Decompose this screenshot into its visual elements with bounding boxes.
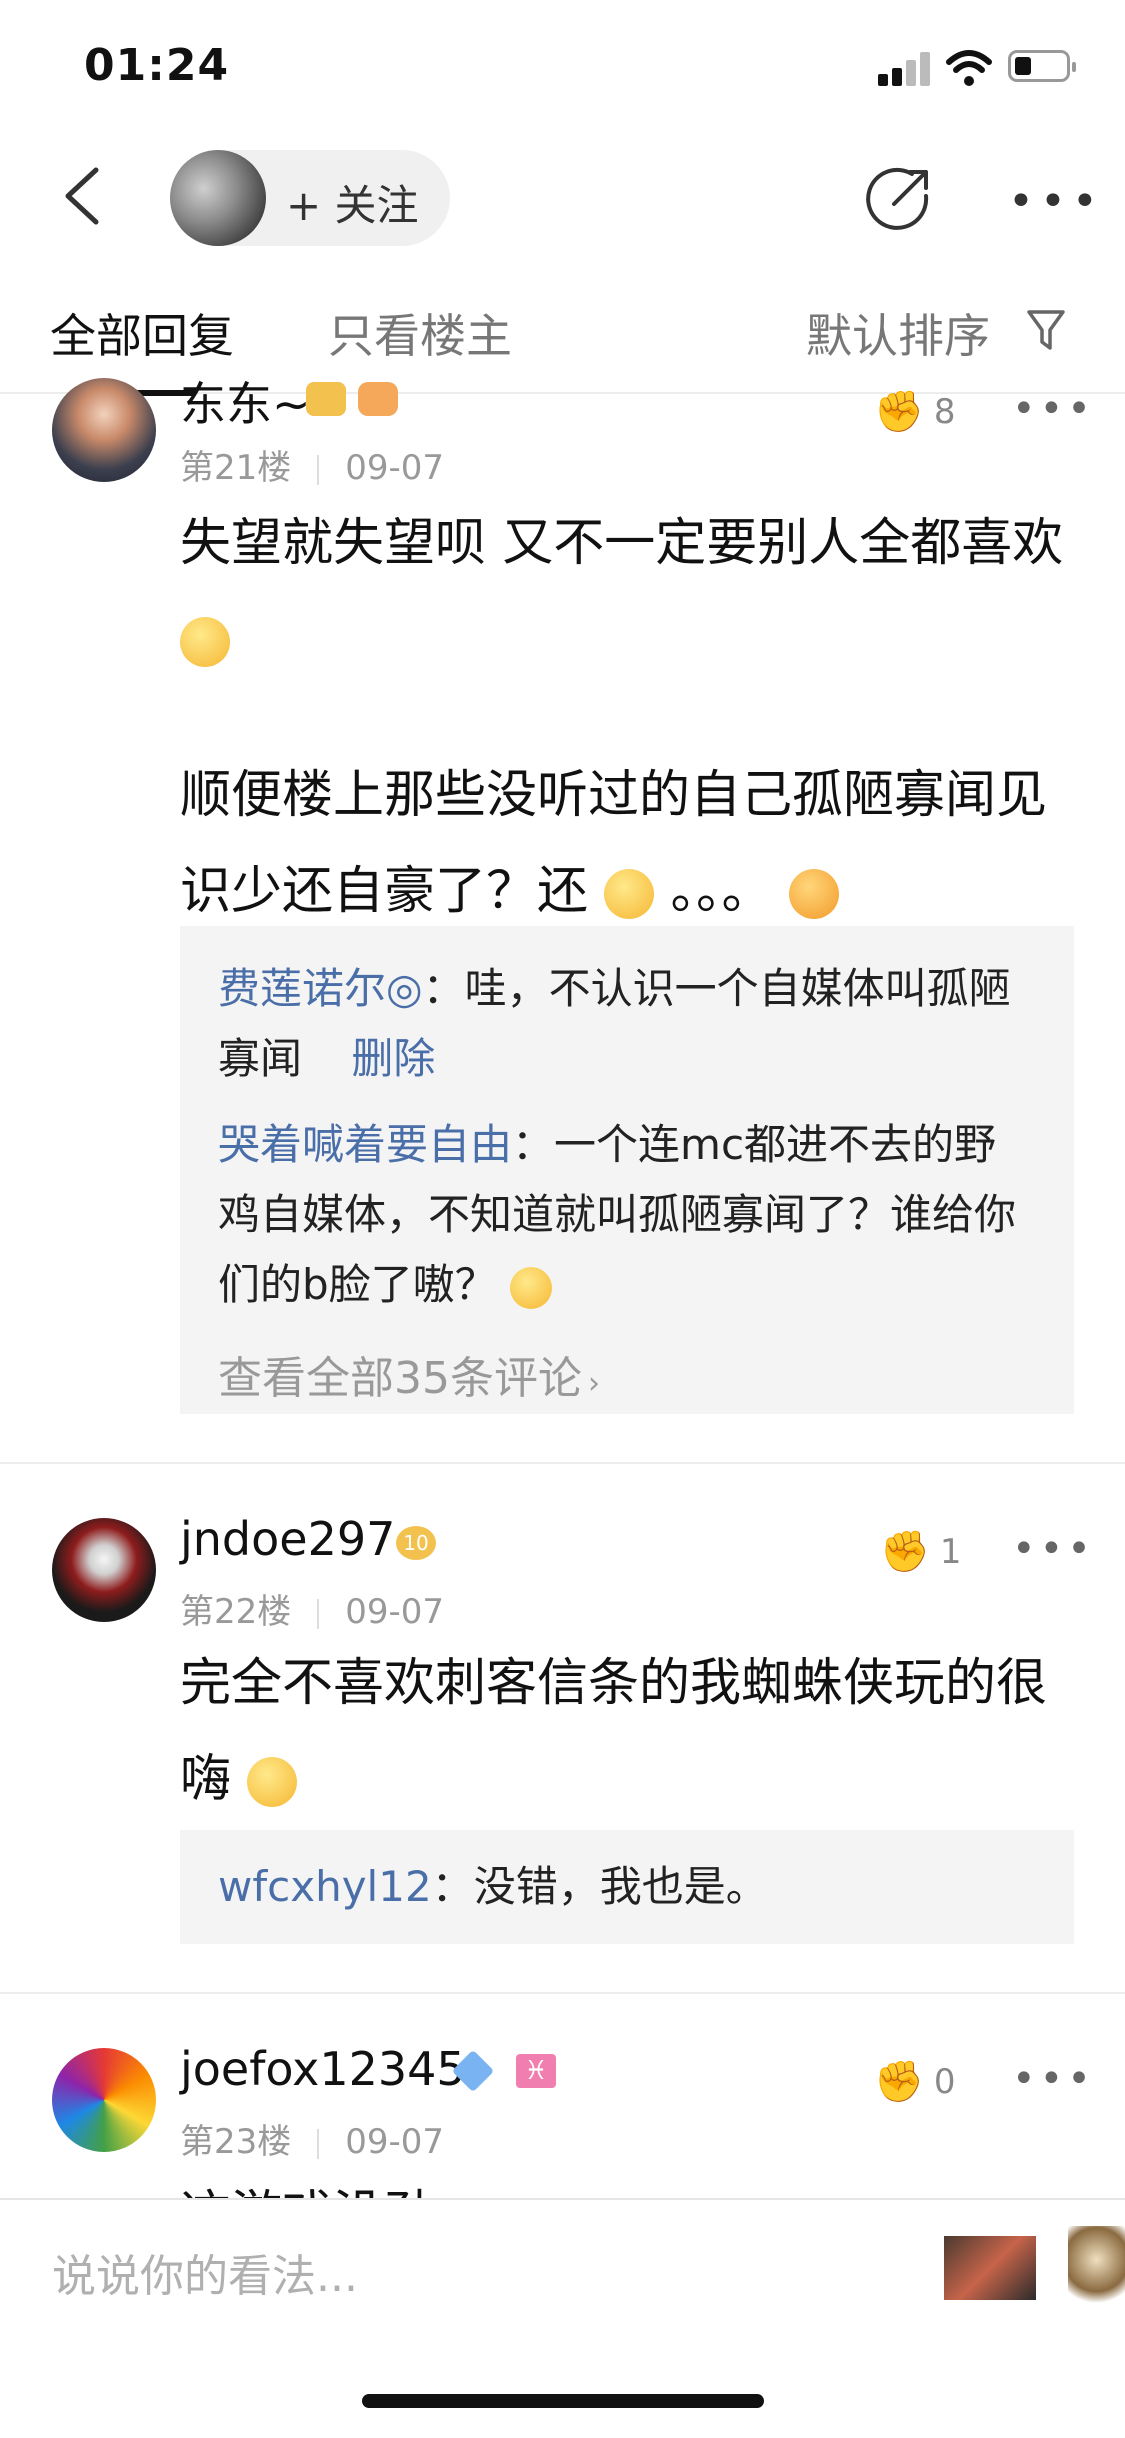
avatar[interactable]: [52, 1518, 156, 1622]
like-button[interactable]: ✊ 1: [880, 1528, 961, 1575]
status-time: 01:24: [84, 40, 230, 91]
comment-input[interactable]: 说说你的看法...: [52, 2240, 358, 2304]
like-count: 0: [933, 2061, 956, 2102]
post-meta: 第23楼 09-07: [180, 2114, 444, 2163]
signal-icon: [878, 52, 934, 86]
post-meta: 第22楼 09-07: [180, 1584, 444, 1633]
home-indicator: [362, 2394, 764, 2408]
share-icon[interactable]: [866, 166, 932, 232]
like-button[interactable]: ✊ 0: [874, 2058, 955, 2105]
post-body: 完全不喜欢刺客信条的我蜘蛛侠玩的很嗨: [180, 1636, 1080, 1828]
sticker-thumbnail[interactable]: [1068, 2226, 1125, 2310]
reply-author[interactable]: wfcxhyl12: [218, 1862, 432, 1911]
post-divider: [0, 1992, 1125, 1994]
sweat-emoji-icon: [180, 617, 230, 667]
post-paragraph: 完全不喜欢刺客信条的我蜘蛛侠玩的很嗨: [180, 1654, 1048, 1809]
zodiac-badge: ♓: [516, 2054, 556, 2088]
sort-dropdown[interactable]: 默认排序: [806, 300, 990, 366]
follow-chip[interactable]: + 关注: [170, 150, 450, 246]
username[interactable]: 东东~: [180, 368, 311, 434]
username[interactable]: joefox12345: [180, 2042, 466, 2096]
reply-author[interactable]: 哭着喊着要自由: [218, 1120, 512, 1169]
filter-icon[interactable]: [1026, 308, 1066, 352]
level-badge: [306, 382, 346, 416]
sticker-thumbnail[interactable]: [944, 2236, 1036, 2300]
like-count: 8: [933, 391, 956, 432]
post-date: 09-07: [345, 2122, 445, 2162]
reply-item[interactable]: 哭着喊着要自由：一个连mc都进不去的野鸡自媒体，不知道就叫孤陋寡闻了？谁给你们的…: [180, 1110, 1074, 1320]
level-badge: 10: [396, 1526, 436, 1560]
back-icon[interactable]: [58, 166, 106, 226]
reply-box[interactable]: 费莲诺尔◎：哇，不认识一个自媒体叫孤陋寡闻 删除 哭着喊着要自由：一个连mc都进…: [180, 926, 1074, 1414]
post-date: 09-07: [345, 1592, 445, 1632]
smile-emoji-icon: [247, 1757, 298, 1807]
floor-number: 第21楼: [180, 448, 292, 488]
like-icon: ✊: [874, 2059, 924, 2105]
reply-text: 没错，我也是。: [473, 1862, 768, 1911]
more-icon[interactable]: •••: [1012, 2056, 1095, 2102]
like-count: 1: [939, 1531, 962, 1572]
like-button[interactable]: ✊ 8: [874, 388, 955, 435]
reply-item[interactable]: wfcxhyl12：没错，我也是。: [180, 1852, 1074, 1922]
wifi-icon: [946, 50, 992, 86]
tongue-emoji-icon: [510, 1266, 553, 1309]
avatar[interactable]: [52, 2048, 156, 2152]
delete-link[interactable]: 删除: [351, 1034, 435, 1083]
more-icon[interactable]: •••: [1012, 1526, 1095, 1572]
follow-button[interactable]: + 关注: [286, 172, 419, 233]
chevron-right-icon: ›: [588, 1366, 600, 1401]
floor-number: 第22楼: [180, 1592, 292, 1632]
tab-owner-only[interactable]: 只看楼主: [328, 300, 512, 366]
post-meta: 第21楼 09-07: [180, 440, 444, 489]
post-date: 09-07: [345, 448, 445, 488]
author-avatar[interactable]: [170, 150, 266, 246]
post-body: 失望就失望呗 又不一定要别人全都喜欢 顺便楼上那些没听过的自己孤陋寡闻见识少还自…: [180, 496, 1080, 940]
see-all-comments-link[interactable]: 查看全部35条评论 ›: [180, 1342, 1074, 1406]
angry-emoji-icon: [788, 869, 839, 919]
more-icon[interactable]: •••: [1012, 386, 1095, 432]
tab-all-replies[interactable]: 全部回复: [50, 300, 234, 366]
post-paragraph: 失望就失望呗 又不一定要别人全都喜欢: [180, 496, 1080, 688]
avatar[interactable]: [52, 378, 156, 482]
like-icon: ✊: [874, 389, 924, 435]
reply-item[interactable]: 费莲诺尔◎：哇，不认识一个自媒体叫孤陋寡闻 删除: [180, 954, 1074, 1094]
battery-icon: [1008, 50, 1076, 82]
like-icon: ✊: [880, 1529, 930, 1575]
reply-box[interactable]: wfcxhyl12：没错，我也是。: [180, 1830, 1074, 1944]
more-icon[interactable]: •••: [1008, 176, 1104, 227]
post-divider: [0, 1462, 1125, 1464]
game-badge-icon: [358, 382, 398, 416]
username[interactable]: jndoe297: [180, 1512, 395, 1566]
floor-number: 第23楼: [180, 2122, 292, 2162]
cover-mouth-emoji-icon: [604, 869, 655, 919]
post-paragraph: 顺便楼上那些没听过的自己孤陋寡闻见识少还自豪了？还 。。。: [180, 766, 1048, 921]
reply-author[interactable]: 费莲诺尔◎: [218, 964, 423, 1013]
